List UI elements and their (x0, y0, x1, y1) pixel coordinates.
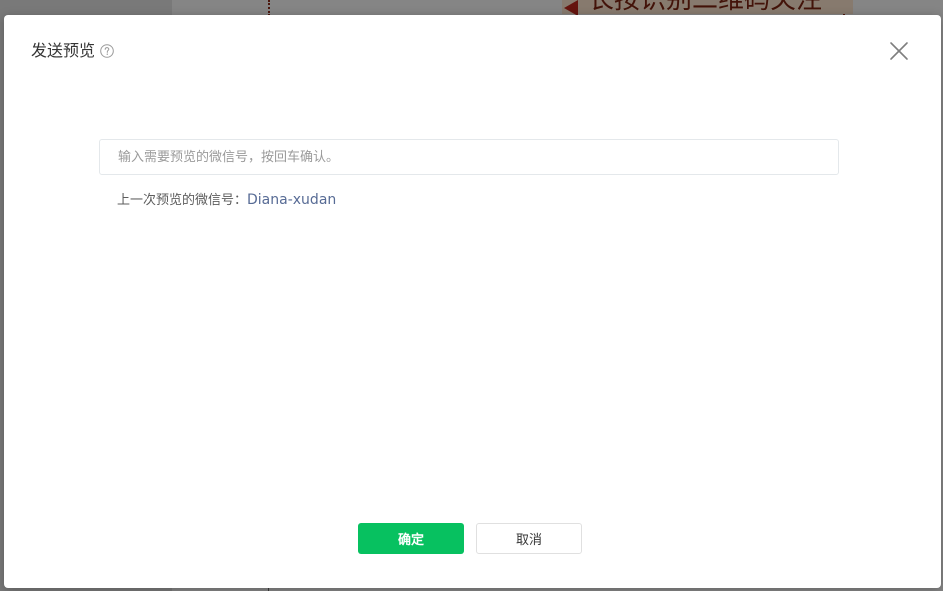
last-preview-info: 上一次预览的微信号： Diana-xudan (117, 189, 336, 208)
close-x-icon (890, 42, 908, 60)
question-circle-icon[interactable] (100, 44, 114, 58)
dialog-title: 发送预览 (31, 41, 96, 60)
cancel-button[interactable]: 取消 (476, 523, 582, 554)
send-preview-dialog: 发送预览 上一次预览的微信号： Diana-xudan 确定 取消 (4, 15, 941, 588)
wechat-id-input[interactable] (99, 139, 839, 175)
close-button[interactable] (888, 40, 910, 62)
last-preview-label: 上一次预览的微信号： (117, 193, 248, 208)
dialog-header: 发送预览 (31, 41, 114, 61)
last-preview-wechat-id-link[interactable]: Diana-xudan (247, 192, 336, 208)
confirm-button[interactable]: 确定 (358, 523, 464, 554)
